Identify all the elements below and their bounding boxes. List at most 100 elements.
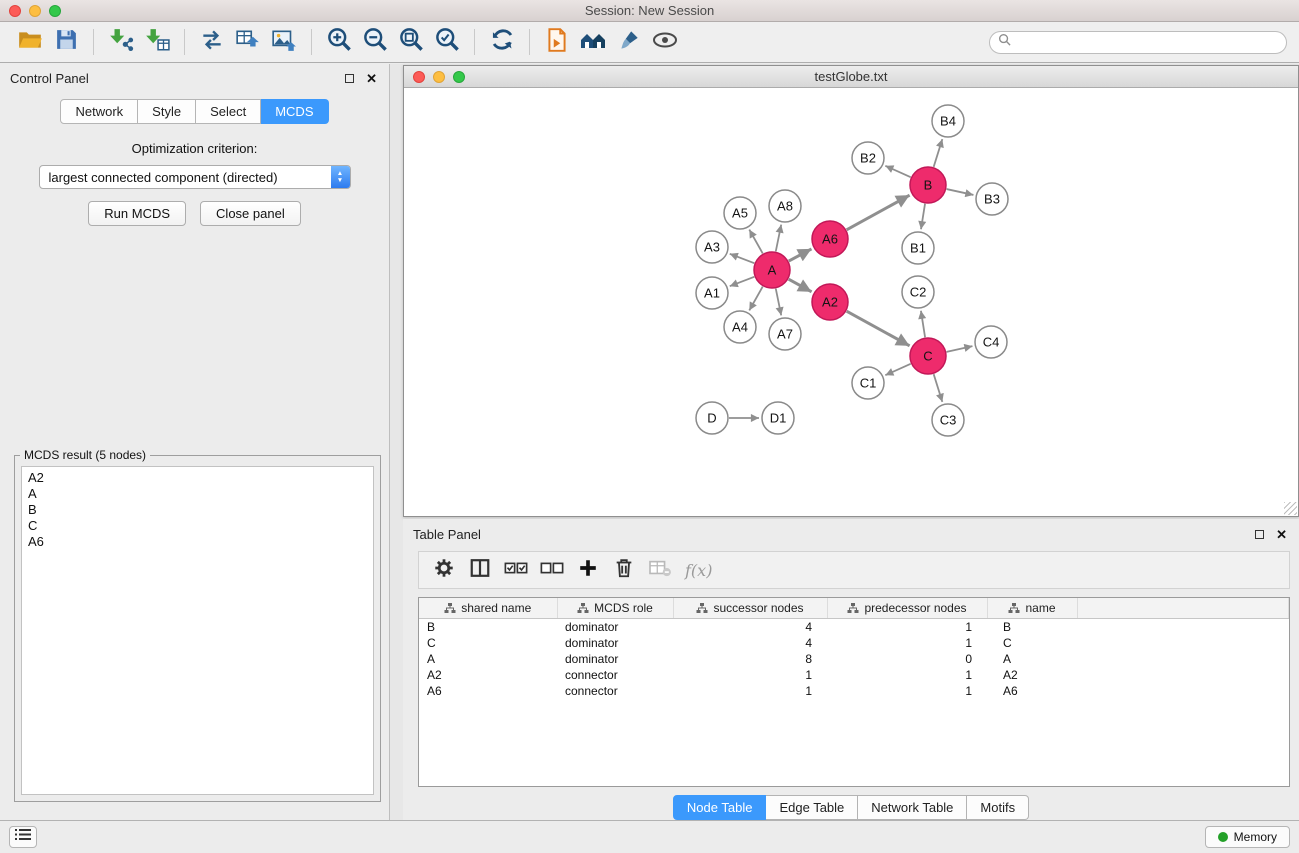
- function-builder-button[interactable]: f(x): [681, 561, 712, 580]
- content-area: Control Panel ✕ Network Style Select MCD…: [0, 64, 1299, 820]
- mcds-result-title: MCDS result (5 nodes): [20, 448, 150, 462]
- memory-button[interactable]: Memory: [1205, 826, 1290, 848]
- import-table-button[interactable]: [139, 25, 175, 59]
- column-header-successor-nodes[interactable]: successor nodes: [673, 598, 827, 619]
- open-session-button[interactable]: [12, 25, 48, 59]
- task-history-button[interactable]: [9, 826, 37, 848]
- table-float-panel-icon[interactable]: [1255, 530, 1264, 539]
- table-settings-button[interactable]: [429, 555, 459, 585]
- export-image-button[interactable]: [266, 25, 302, 59]
- tab-network[interactable]: Network: [60, 99, 138, 124]
- network-minimize-button[interactable]: [433, 71, 445, 83]
- result-item[interactable]: A: [28, 486, 367, 502]
- graph-edge-B-B4[interactable]: [934, 139, 943, 167]
- graph-edge-C-C2[interactable]: [921, 311, 925, 337]
- graph-edge-A-A2[interactable]: [789, 279, 812, 292]
- save-session-button[interactable]: [48, 25, 84, 59]
- column-header-shared-name[interactable]: shared name: [419, 598, 557, 619]
- result-item[interactable]: A6: [28, 534, 367, 550]
- close-window-button[interactable]: [9, 5, 21, 17]
- graph-node-label: A4: [732, 320, 748, 335]
- show-hide-button[interactable]: [647, 25, 683, 59]
- column-header-icon: [696, 603, 708, 614]
- close-panel-button[interactable]: Close panel: [200, 201, 301, 226]
- network-window-titlebar[interactable]: testGlobe.txt: [404, 66, 1298, 88]
- zoom-in-button[interactable]: [321, 25, 357, 59]
- zoom-selected-button[interactable]: [429, 25, 465, 59]
- network-file-icon: [544, 27, 570, 58]
- result-item[interactable]: A2: [28, 470, 367, 486]
- import-network-button[interactable]: [103, 25, 139, 59]
- resize-grip[interactable]: [1284, 502, 1297, 515]
- open-session-icon: [17, 27, 43, 58]
- delete-row-button[interactable]: [609, 555, 639, 585]
- network-close-button[interactable]: [413, 71, 425, 83]
- tab-style[interactable]: Style: [138, 99, 196, 124]
- graph-edge-A6-B[interactable]: [847, 195, 910, 230]
- apply-layout-button[interactable]: [484, 25, 520, 59]
- graph-edge-A-A3[interactable]: [730, 254, 755, 263]
- table-row[interactable]: A6connector11A6: [419, 683, 1289, 699]
- graph-edge-A-A4[interactable]: [749, 287, 762, 311]
- close-panel-icon[interactable]: ✕: [366, 74, 377, 84]
- graph-edge-C-C4[interactable]: [947, 346, 973, 352]
- add-row-button[interactable]: [573, 555, 603, 585]
- minimize-window-button[interactable]: [29, 5, 41, 17]
- table-row[interactable]: Cdominator41C: [419, 635, 1289, 651]
- column-layout-button[interactable]: [465, 555, 495, 585]
- table-row[interactable]: Adominator80A: [419, 651, 1289, 667]
- graph-edge-B-B2[interactable]: [885, 166, 910, 177]
- network-canvas[interactable]: AA1A2A3A4A5A6A7A8BB1B2B3B4CC1C2C3C4DD1: [404, 88, 1298, 516]
- mcds-result-list[interactable]: A2ABCA6: [21, 466, 374, 795]
- table-row[interactable]: A2connector11A2: [419, 667, 1289, 683]
- tab-node-table[interactable]: Node Table: [673, 795, 767, 820]
- tab-motifs[interactable]: Motifs: [967, 795, 1029, 820]
- criterion-dropdown[interactable]: largest connected component (directed) ▲…: [39, 165, 351, 189]
- deselect-all-button[interactable]: [537, 555, 567, 585]
- graph-edge-A-A7[interactable]: [776, 289, 781, 316]
- tab-select[interactable]: Select: [196, 99, 261, 124]
- graph-node-label: C1: [860, 376, 877, 391]
- graph-node-label: A8: [777, 199, 793, 214]
- tab-edge-table[interactable]: Edge Table: [766, 795, 858, 820]
- export-table-button[interactable]: [230, 25, 266, 59]
- graph-edge-C-C3[interactable]: [934, 374, 943, 402]
- tab-network-table[interactable]: Network Table: [858, 795, 967, 820]
- search-input[interactable]: [1016, 35, 1278, 49]
- table-row[interactable]: Bdominator41B: [419, 619, 1289, 636]
- control-panel-header: Control Panel ✕: [0, 64, 389, 90]
- graph-edge-A-A8[interactable]: [776, 225, 781, 252]
- style-brush-button[interactable]: [611, 25, 647, 59]
- node-table-container[interactable]: shared name MCDS role successor nodes pr…: [418, 597, 1290, 787]
- graph-edge-A-A5[interactable]: [749, 230, 762, 254]
- result-item[interactable]: C: [28, 518, 367, 534]
- search-box[interactable]: [989, 31, 1287, 54]
- zoom-out-button[interactable]: [357, 25, 393, 59]
- graph-edge-B-B3[interactable]: [947, 189, 974, 195]
- run-mcds-button[interactable]: Run MCDS: [88, 201, 186, 226]
- select-all-button[interactable]: [501, 555, 531, 585]
- table-panel-tabs: Node Table Edge Table Network Table Moti…: [403, 795, 1299, 820]
- result-item[interactable]: B: [28, 502, 367, 518]
- clone-network-button[interactable]: [194, 25, 230, 59]
- tab-mcds[interactable]: MCDS: [261, 99, 328, 124]
- graph-edge-A-A6[interactable]: [789, 249, 812, 261]
- delete-table-button[interactable]: [645, 555, 675, 585]
- network-file-button[interactable]: [539, 25, 575, 59]
- graph-edge-C-C1[interactable]: [885, 364, 910, 375]
- column-header-name[interactable]: name: [987, 598, 1077, 619]
- column-header-icon: [847, 603, 859, 614]
- show-all-networks-button[interactable]: [575, 25, 611, 59]
- table-close-panel-icon[interactable]: ✕: [1276, 530, 1287, 540]
- zoom-fit-button[interactable]: [393, 25, 429, 59]
- graph-edge-A2-C[interactable]: [847, 311, 910, 346]
- zoom-window-button[interactable]: [49, 5, 61, 17]
- column-header-predecessor-nodes[interactable]: predecessor nodes: [827, 598, 987, 619]
- dropdown-stepper-icon: ▲▼: [331, 166, 350, 188]
- column-header-mcds-role[interactable]: MCDS role: [557, 598, 673, 619]
- graph-edge-A-A1[interactable]: [730, 277, 755, 286]
- graph-edge-B-B1[interactable]: [921, 204, 925, 229]
- toolbar-separator: [311, 29, 312, 55]
- float-panel-icon[interactable]: [345, 74, 354, 83]
- network-zoom-button[interactable]: [453, 71, 465, 83]
